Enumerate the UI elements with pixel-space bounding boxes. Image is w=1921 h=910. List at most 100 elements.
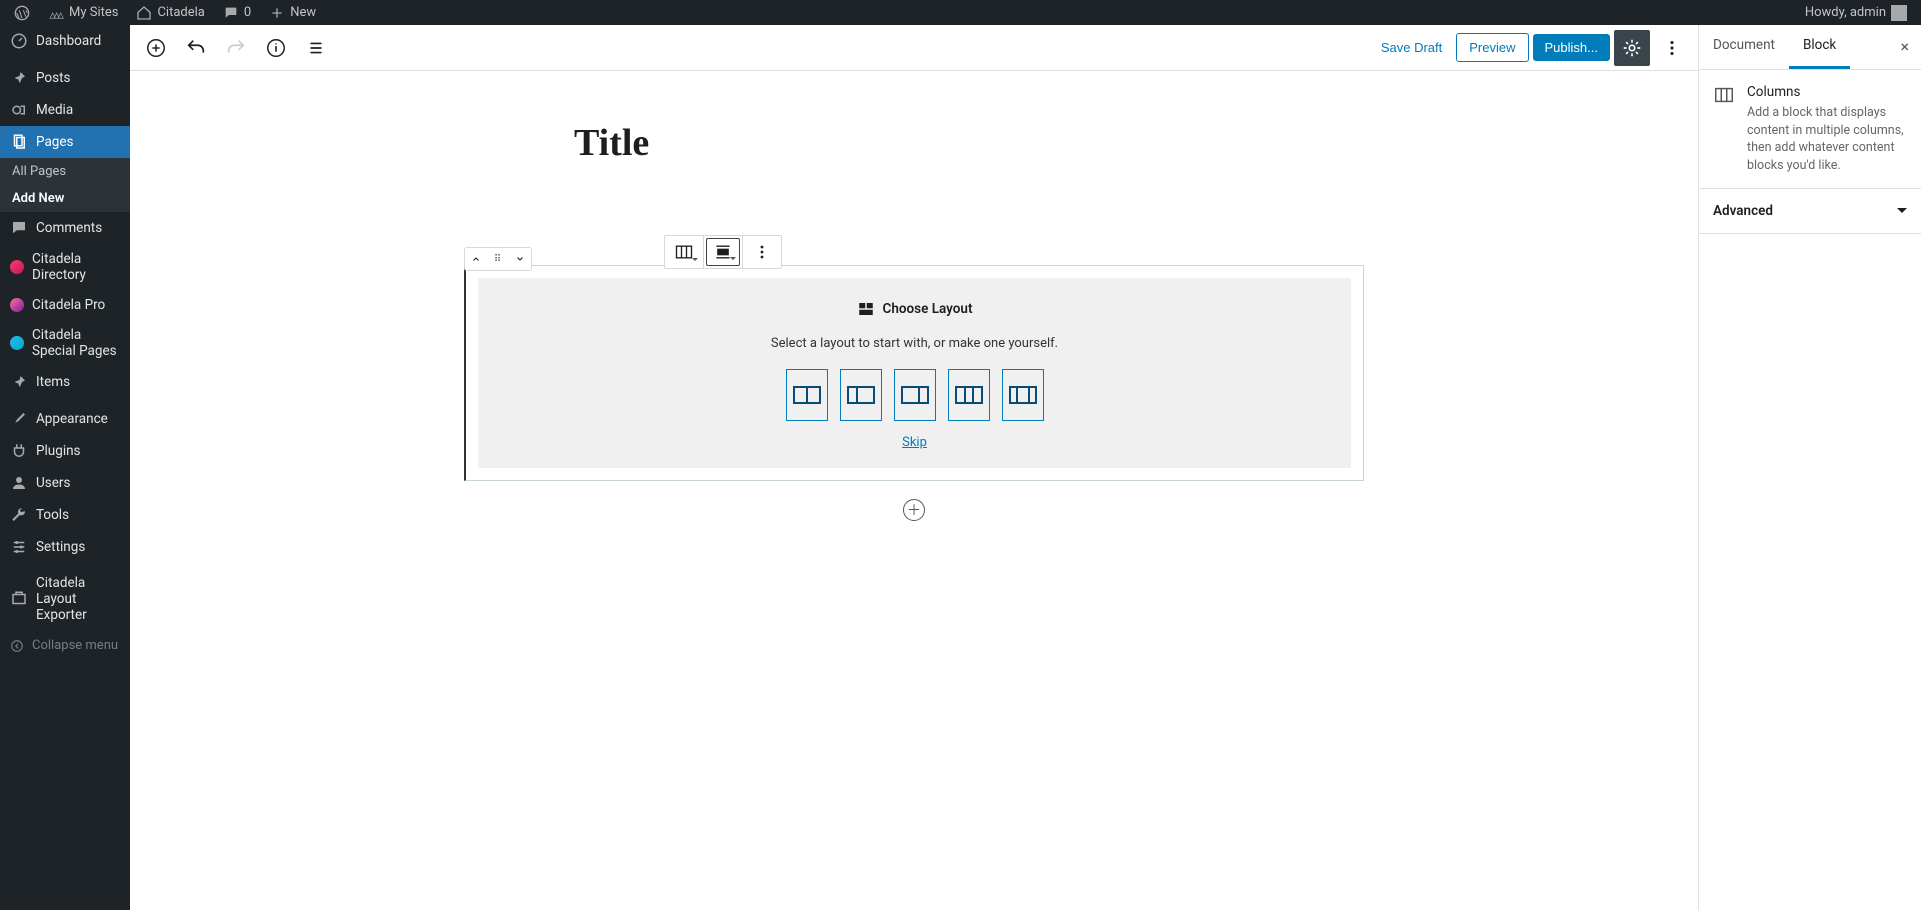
sidebar-label: Citadela Directory [32, 251, 120, 283]
page-title[interactable]: Title [574, 121, 1254, 165]
my-sites-link[interactable]: My Sites [42, 5, 124, 21]
layout-icon [857, 300, 875, 318]
sidebar-item-appearance[interactable]: Appearance [0, 403, 130, 435]
advanced-label: Advanced [1713, 203, 1773, 219]
sidebar-label: Media [36, 102, 73, 118]
sidebar-item-citadela-special[interactable]: Citadela Special Pages [0, 320, 130, 366]
align-button[interactable] [706, 238, 740, 266]
wrench-icon [10, 506, 28, 524]
chevron-down-icon [514, 253, 526, 265]
columns-block[interactable]: Choose Layout Select a layout to start w… [464, 265, 1364, 481]
info-icon [265, 37, 287, 59]
redo-icon [225, 37, 247, 59]
tab-block[interactable]: Block [1789, 25, 1850, 69]
new-label: New [290, 5, 316, 20]
sidebar-item-citadela-pro[interactable]: Citadela Pro [0, 290, 130, 320]
redo-button[interactable] [218, 30, 254, 66]
sidebar-item-comments[interactable]: Comments [0, 212, 130, 244]
citadela-special-icon [10, 336, 24, 350]
block-description: Add a block that displays content in mul… [1747, 104, 1907, 174]
comment-icon [223, 5, 239, 21]
plus-icon [269, 5, 285, 21]
sidebar-label: Plugins [36, 443, 81, 459]
sidebar-label: Pages [36, 134, 74, 150]
layout-66-33[interactable] [894, 369, 936, 421]
layout-50-50[interactable] [786, 369, 828, 421]
settings-sidebar-toggle[interactable] [1614, 30, 1650, 66]
sidebar-item-tools[interactable]: Tools [0, 499, 130, 531]
sidebar-label: Citadela Special Pages [32, 327, 120, 359]
block-toolbar [664, 235, 782, 269]
columns-icon [674, 242, 694, 262]
block-more-button[interactable] [745, 238, 779, 266]
brush-icon [10, 410, 28, 428]
block-type-button[interactable] [667, 238, 701, 266]
submenu-add-new[interactable]: Add New [0, 185, 130, 212]
submenu-all-pages[interactable]: All Pages [0, 158, 130, 185]
columns-icon [1713, 84, 1735, 106]
layout-25-50-25[interactable] [1002, 369, 1044, 421]
drag-handle[interactable]: ⠿ [487, 248, 509, 270]
choose-layout-heading: Choose Layout [883, 301, 973, 317]
info-button[interactable] [258, 30, 294, 66]
move-down-button[interactable] [509, 248, 531, 270]
undo-button[interactable] [178, 30, 214, 66]
tab-document[interactable]: Document [1699, 25, 1789, 69]
new-link[interactable]: New [263, 5, 322, 21]
preview-button[interactable]: Preview [1456, 33, 1528, 62]
user-icon [10, 474, 28, 492]
collapse-label: Collapse menu [32, 638, 118, 653]
skip-link[interactable]: Skip [502, 435, 1327, 450]
sidebar-item-dashboard[interactable]: Dashboard [0, 25, 130, 57]
sidebar-label: Posts [36, 70, 70, 86]
more-vertical-icon [1661, 37, 1683, 59]
sidebar-item-citadela-directory[interactable]: Citadela Directory [0, 244, 130, 290]
sidebar-item-settings[interactable]: Settings [0, 531, 130, 563]
block-movers: ⠿ [464, 247, 532, 271]
save-draft-button[interactable]: Save Draft [1371, 34, 1452, 61]
sidebar-label: Dashboard [36, 33, 101, 49]
layout-33-33-33[interactable] [948, 369, 990, 421]
greeting: Howdy, admin [1805, 5, 1886, 20]
sidebar-item-users[interactable]: Users [0, 467, 130, 499]
sidebar-label: Comments [36, 220, 102, 236]
collapse-icon [10, 639, 24, 653]
plug-icon [10, 442, 28, 460]
sidebar-label: Items [36, 374, 70, 390]
citadela-pro-icon [10, 298, 24, 312]
move-up-button[interactable] [465, 248, 487, 270]
more-vertical-icon [752, 242, 772, 262]
more-menu-button[interactable] [1654, 30, 1690, 66]
media-icon [10, 101, 28, 119]
outline-button[interactable] [298, 30, 334, 66]
sidebar-item-layout-exporter[interactable]: Citadela Layout Exporter [0, 568, 130, 630]
comments-link[interactable]: 0 [217, 5, 257, 21]
citadela-dir-icon [10, 260, 24, 274]
sidebar-label: Citadela Layout Exporter [36, 575, 120, 623]
account-link[interactable]: Howdy, admin [1799, 5, 1913, 21]
pages-icon [10, 133, 28, 151]
home-icon [136, 5, 152, 21]
sidebar-item-posts[interactable]: Posts [0, 62, 130, 94]
sidebar-label: Appearance [36, 411, 108, 427]
sidebar-item-pages[interactable]: Pages [0, 126, 130, 158]
close-sidebar-button[interactable]: × [1888, 25, 1921, 69]
list-icon [305, 37, 327, 59]
pin-icon [10, 373, 28, 391]
sidebar-item-items[interactable]: Items [0, 366, 130, 398]
sliders-icon [10, 538, 28, 556]
wp-logo[interactable] [8, 5, 36, 21]
sidebar-label: Settings [36, 539, 85, 555]
layout-33-66[interactable] [840, 369, 882, 421]
export-icon [10, 590, 28, 608]
sidebar-item-plugins[interactable]: Plugins [0, 435, 130, 467]
site-name-label: Citadela [157, 5, 204, 20]
site-name-link[interactable]: Citadela [130, 5, 210, 21]
sidebar-item-media[interactable]: Media [0, 94, 130, 126]
add-block-after-button[interactable]: ＋ [903, 499, 925, 521]
advanced-panel-toggle[interactable]: Advanced [1699, 189, 1921, 234]
add-block-button[interactable] [138, 30, 174, 66]
collapse-menu[interactable]: Collapse menu [0, 630, 130, 661]
publish-button[interactable]: Publish... [1533, 34, 1610, 61]
choose-layout-subtitle: Select a layout to start with, or make o… [502, 336, 1327, 351]
